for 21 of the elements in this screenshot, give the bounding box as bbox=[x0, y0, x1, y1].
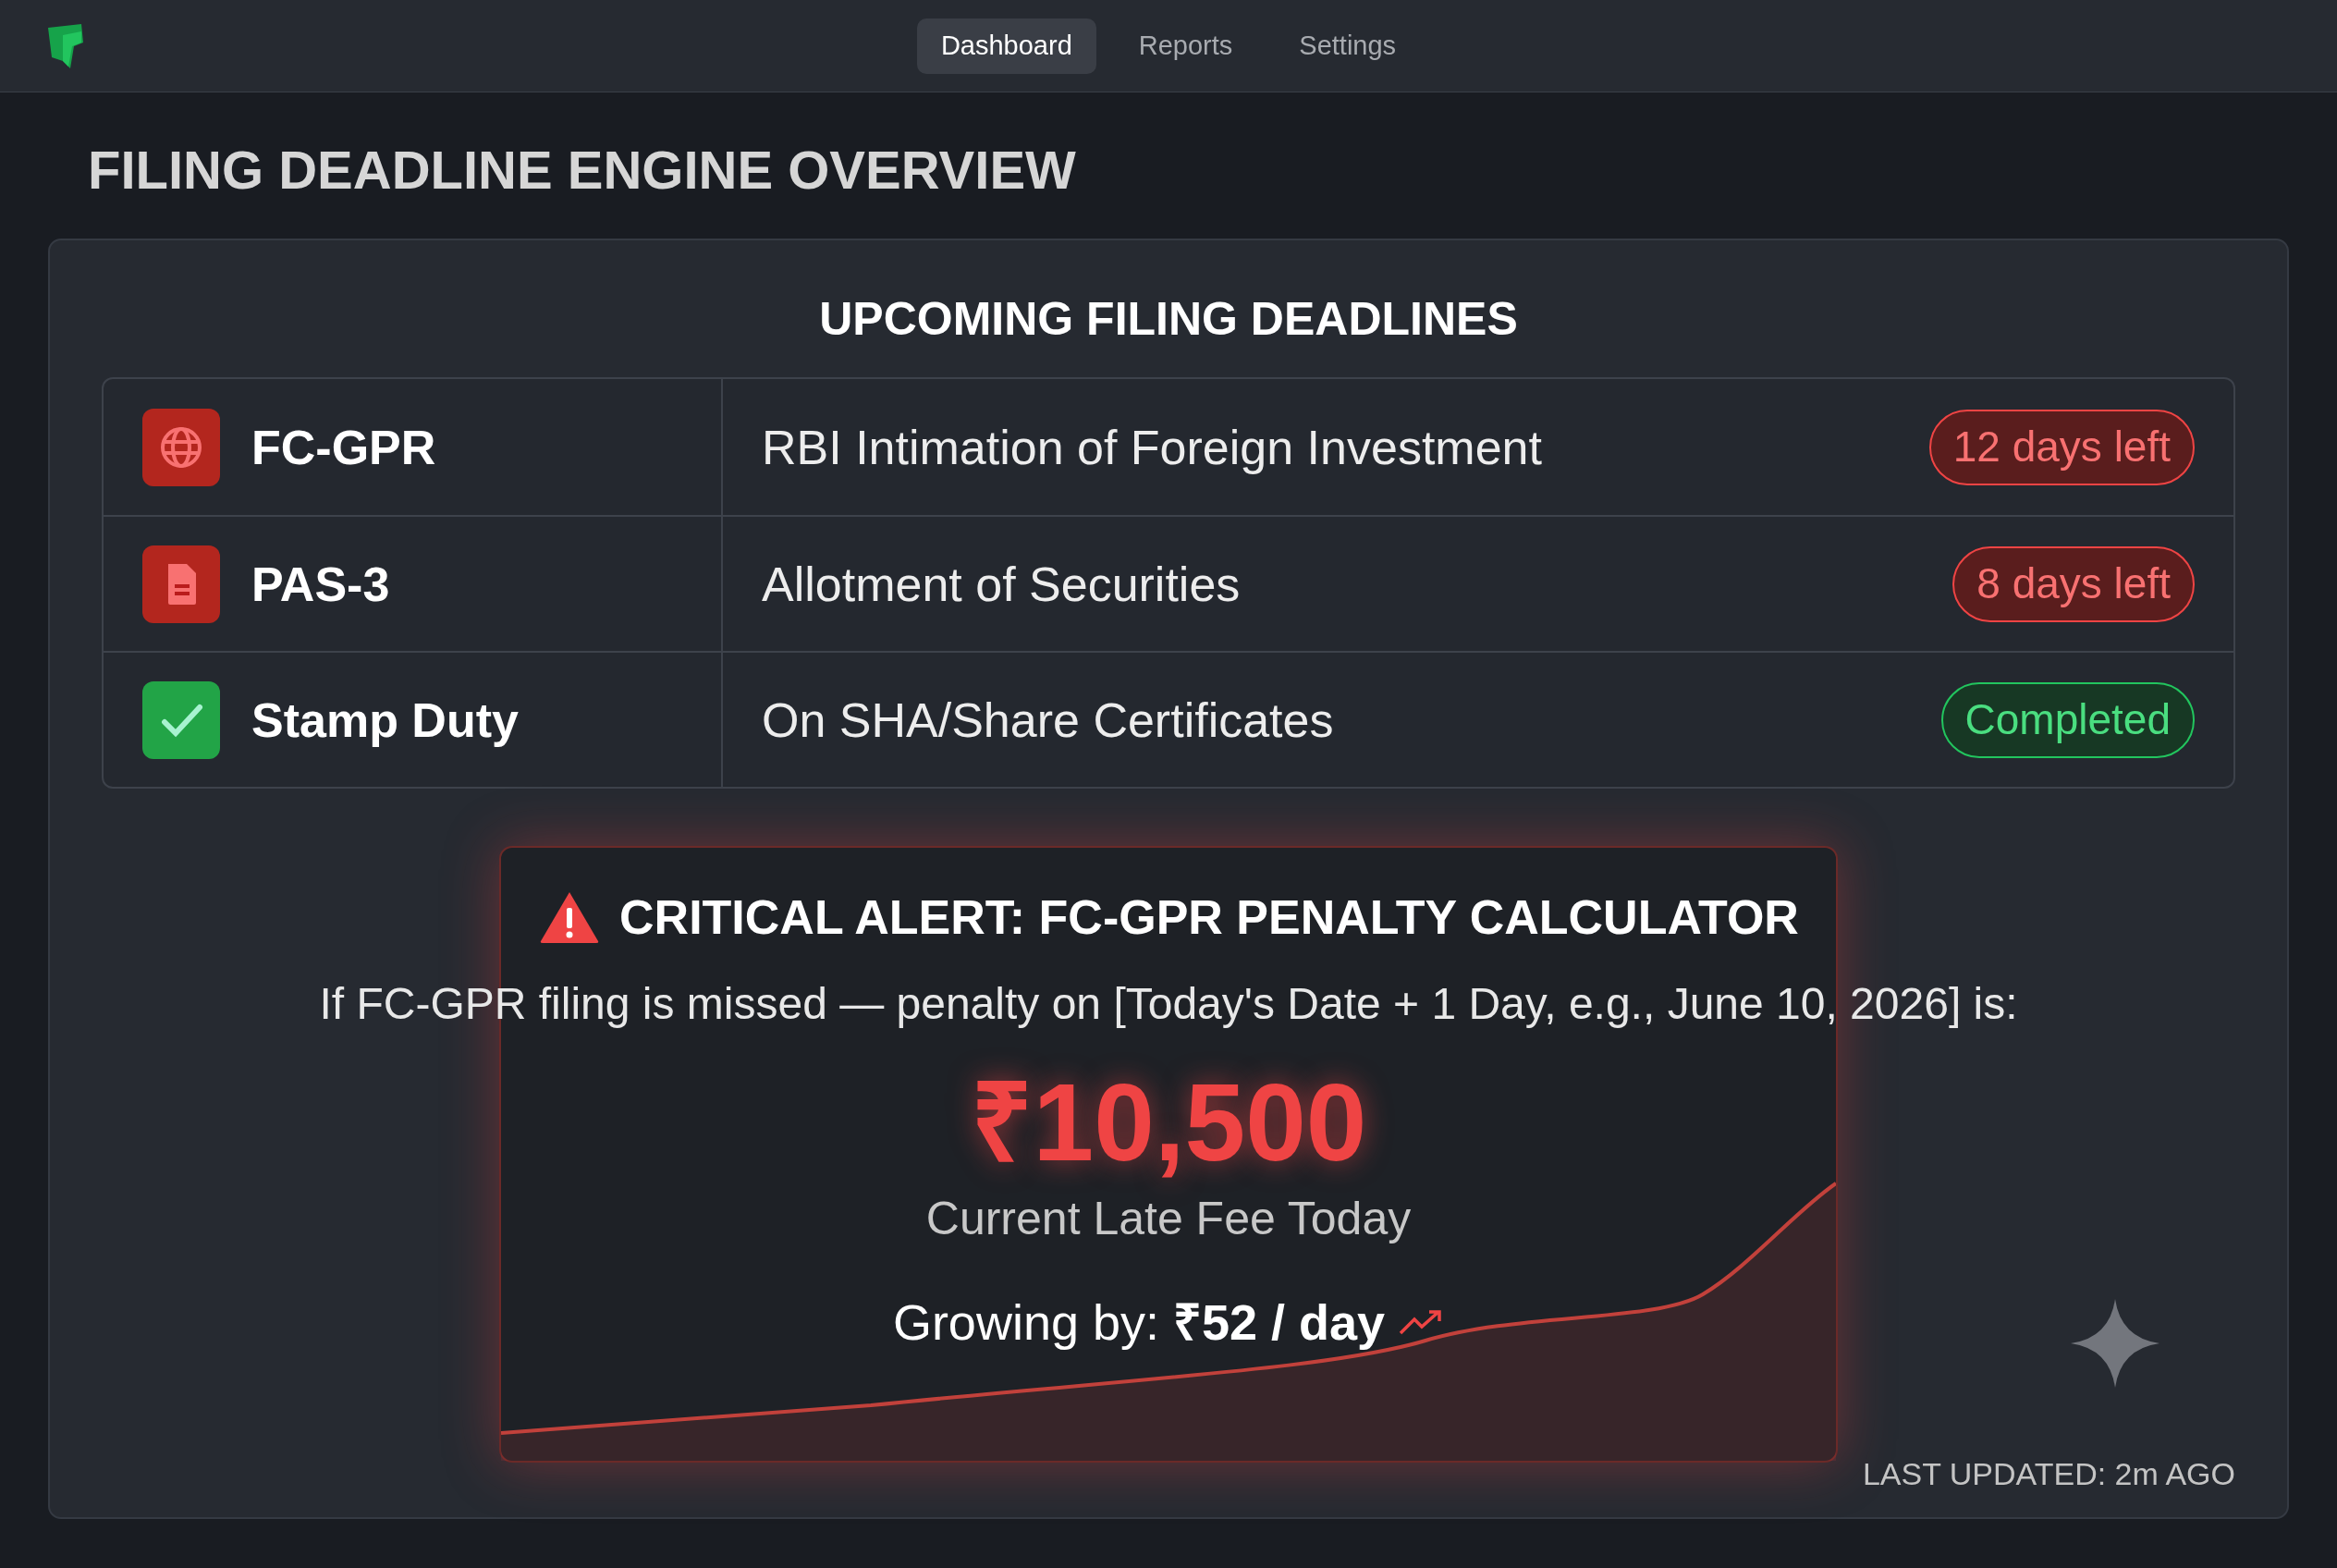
page-title: FILING DEADLINE ENGINE OVERVIEW bbox=[88, 143, 1077, 197]
status-badge: Completed bbox=[1940, 681, 2195, 758]
section-heading: UPCOMING FILING DEADLINES bbox=[818, 296, 1519, 342]
penalty-amount: ₹10,500 bbox=[970, 1068, 1367, 1177]
status-badge: 12 days left bbox=[1928, 409, 2195, 485]
form-description: Allotment of Securities bbox=[762, 556, 1241, 613]
form-description: On SHA/Share Certificates bbox=[762, 692, 1334, 749]
nav-tab[interactable]: Reports bbox=[1114, 18, 1257, 74]
form-name: FC-GPR bbox=[251, 419, 436, 476]
alert-condition: If FC-GPR filing is missed — penalty on [Today's Date + 1 Day, e.g., June 10, 2026] is: bbox=[319, 982, 2018, 1026]
form-description: RBI Intimation of Foreign Investment bbox=[762, 419, 1542, 476]
nav-tab[interactable]: Settings bbox=[1275, 18, 1421, 74]
logo-icon bbox=[46, 24, 85, 70]
status-badge: 8 days left bbox=[1952, 545, 2195, 622]
last-updated-text: LAST UPDATED: 2m AGO bbox=[1862, 1458, 2235, 1489]
alert-title: CRITICAL ALERT: FC-GPR PENALTY CALCULATOR bbox=[619, 893, 1799, 941]
sparkle-icon bbox=[2071, 1299, 2160, 1388]
amount-label: Current Late Fee Today bbox=[925, 1195, 1412, 1242]
nav-tab[interactable]: Dashboard bbox=[916, 18, 1096, 74]
form-name: Stamp Duty bbox=[251, 692, 519, 749]
form-name: PAS-3 bbox=[251, 556, 390, 613]
